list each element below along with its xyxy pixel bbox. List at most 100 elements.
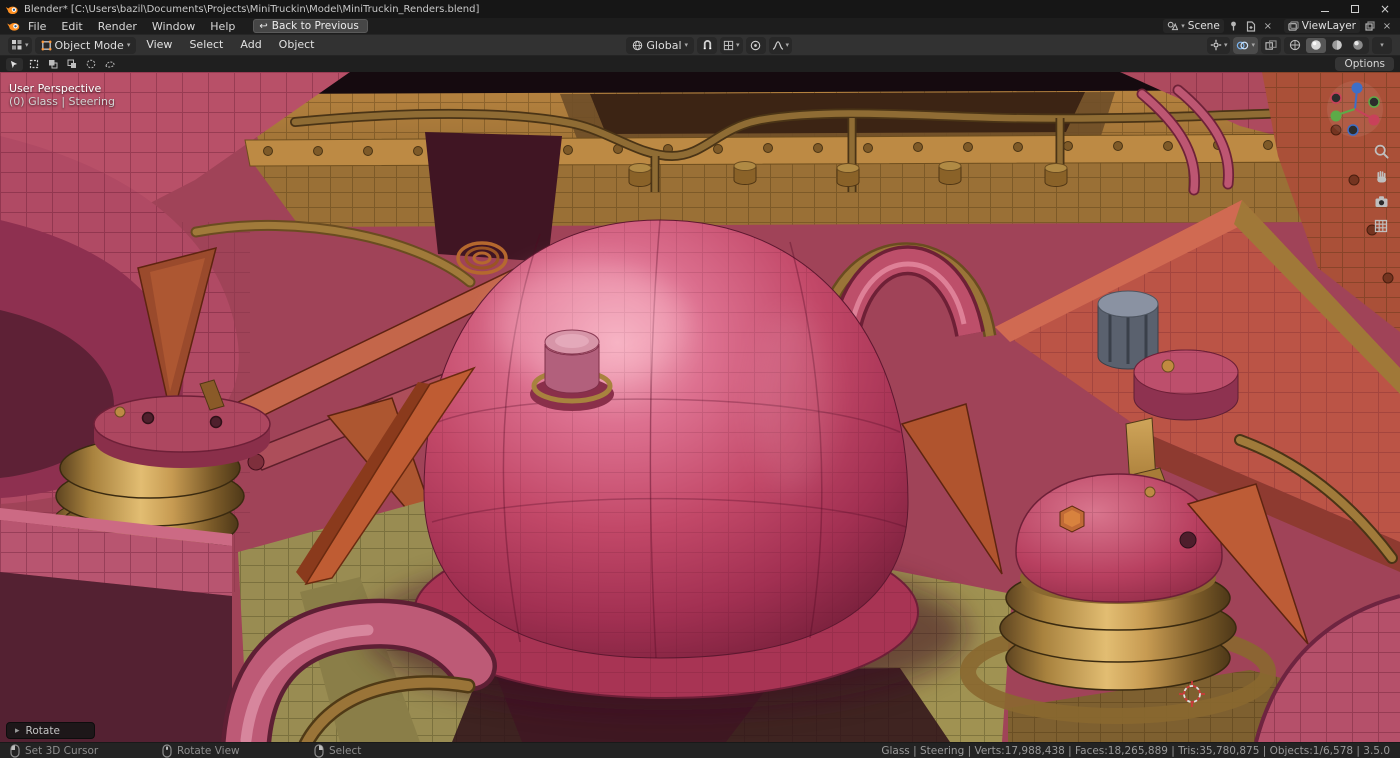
pin-scene-button[interactable] bbox=[1227, 19, 1241, 33]
ortho-toggle-button[interactable] bbox=[1372, 217, 1390, 235]
overlays-selector[interactable]: ▾ bbox=[1233, 37, 1258, 54]
editor-type-button[interactable]: ▾ bbox=[8, 37, 32, 54]
object-mode-icon bbox=[41, 40, 52, 51]
proportional-falloff-selector[interactable]: ▾ bbox=[769, 37, 793, 54]
operator-panel[interactable]: ▸ Rotate bbox=[6, 722, 95, 739]
show-gizmo-selector[interactable]: ▾ bbox=[1207, 37, 1231, 54]
shading-solid-button[interactable] bbox=[1306, 38, 1326, 53]
editor-3d-viewport-icon bbox=[11, 39, 23, 51]
scene-statistics: Glass | Steering | Verts:17,988,438 | Fa… bbox=[881, 745, 1390, 757]
viewport-3d-scene[interactable] bbox=[0, 72, 1400, 742]
new-scene-button[interactable] bbox=[1244, 19, 1258, 33]
mouse-left-icon bbox=[10, 744, 20, 758]
xray-icon bbox=[1265, 40, 1277, 51]
proportional-editing-button[interactable] bbox=[746, 37, 766, 54]
options-button[interactable]: Options bbox=[1335, 57, 1394, 71]
chevron-down-icon: ▾ bbox=[1251, 42, 1255, 49]
perspective-label: User Perspective bbox=[9, 82, 115, 95]
menu-file[interactable]: File bbox=[21, 19, 53, 34]
snap-target-selector[interactable]: ▾ bbox=[720, 37, 743, 54]
new-file-icon bbox=[1246, 21, 1256, 32]
mesh-beam-riveted[interactable] bbox=[245, 134, 1340, 227]
minimize-icon bbox=[1321, 11, 1329, 12]
camera-icon bbox=[1374, 195, 1389, 208]
menu-edit[interactable]: Edit bbox=[54, 19, 89, 34]
close-icon: × bbox=[1380, 3, 1390, 15]
chevron-right-icon: ▸ bbox=[15, 726, 20, 736]
shading-solid-icon bbox=[1310, 39, 1322, 51]
shading-wireframe-button[interactable] bbox=[1285, 38, 1305, 53]
xray-toggle-button[interactable] bbox=[1261, 37, 1281, 54]
active-tool-button[interactable] bbox=[6, 58, 23, 71]
hint-rotate-view: Rotate View bbox=[162, 744, 314, 758]
viewport-header: ▾ Object Mode ▾ View Select Add Object bbox=[0, 34, 1400, 56]
viewlayer-icon bbox=[1288, 21, 1299, 31]
chevron-down-icon: ▾ bbox=[1224, 42, 1228, 49]
select-mode-set-button[interactable] bbox=[25, 58, 42, 71]
shading-mode-group bbox=[1284, 37, 1369, 54]
menu-view[interactable]: View bbox=[139, 35, 179, 55]
unlink-scene-button[interactable]: × bbox=[1261, 19, 1275, 33]
menu-window[interactable]: Window bbox=[145, 19, 202, 34]
axis-gizmo-icon bbox=[1324, 78, 1386, 140]
close-icon: × bbox=[1383, 21, 1391, 32]
new-viewlayer-button[interactable] bbox=[1363, 19, 1377, 33]
overlays-icon bbox=[1236, 40, 1249, 51]
hint-set-3d-cursor: Set 3D Cursor bbox=[10, 744, 162, 758]
viewport-side-tools bbox=[1372, 142, 1390, 235]
scene-viewlayer-cluster: ▾ Scene × ViewLayer bbox=[1163, 19, 1394, 33]
window-title: Blender* [C:\Users\bazil\Documents\Proje… bbox=[24, 4, 479, 15]
mode-selector[interactable]: Object Mode ▾ bbox=[35, 37, 137, 54]
shading-material-button[interactable] bbox=[1327, 38, 1347, 53]
mouse-middle-icon bbox=[162, 744, 172, 758]
shading-wireframe-icon bbox=[1289, 39, 1301, 51]
grid-icon bbox=[1374, 219, 1388, 233]
menu-add[interactable]: Add bbox=[233, 35, 268, 55]
active-collection-label: (0) Glass | Steering bbox=[9, 95, 115, 108]
shading-rendered-button[interactable] bbox=[1348, 38, 1368, 53]
select-invert-icon bbox=[86, 59, 96, 69]
gizmo-icon bbox=[1210, 39, 1222, 51]
maximize-button[interactable] bbox=[1340, 0, 1370, 18]
shading-material-icon bbox=[1331, 39, 1343, 51]
pan-tool-button[interactable] bbox=[1372, 167, 1390, 185]
operator-label: Rotate bbox=[26, 725, 60, 737]
viewport-3d[interactable]: Options bbox=[0, 56, 1400, 742]
minimize-button[interactable] bbox=[1310, 0, 1340, 18]
scene-canvas[interactable] bbox=[0, 72, 1400, 742]
scene-selector[interactable]: ▾ Scene bbox=[1163, 19, 1224, 33]
hint-select: Select bbox=[314, 744, 466, 758]
blender-menu-button[interactable] bbox=[6, 19, 20, 33]
maximize-icon bbox=[1351, 5, 1359, 13]
zoom-tool-button[interactable] bbox=[1372, 142, 1390, 160]
scene-name: Scene bbox=[1188, 20, 1220, 32]
close-button[interactable]: × bbox=[1370, 0, 1400, 18]
menu-render[interactable]: Render bbox=[91, 19, 144, 34]
select-subtract-icon bbox=[67, 59, 77, 69]
orientation-global-icon bbox=[632, 40, 643, 51]
viewlayer-name: ViewLayer bbox=[1302, 20, 1356, 32]
select-box-tool-icon bbox=[10, 60, 19, 69]
menu-select[interactable]: Select bbox=[182, 35, 230, 55]
navigation-gizmo[interactable] bbox=[1324, 78, 1386, 143]
select-mode-intersect-button[interactable] bbox=[101, 58, 118, 71]
camera-view-button[interactable] bbox=[1372, 192, 1390, 210]
select-set-icon bbox=[29, 59, 39, 69]
menu-object[interactable]: Object bbox=[272, 35, 322, 55]
menu-help[interactable]: Help bbox=[203, 19, 242, 34]
transform-orientation-selector[interactable]: Global ▾ bbox=[626, 37, 694, 54]
snap-toggle-button[interactable] bbox=[697, 37, 717, 54]
select-mode-invert-button[interactable] bbox=[82, 58, 99, 71]
shading-options-selector[interactable]: ▾ bbox=[1372, 37, 1392, 54]
select-mode-subtract-button[interactable] bbox=[63, 58, 80, 71]
magnet-icon bbox=[702, 40, 713, 51]
viewlayer-selector[interactable]: ViewLayer bbox=[1284, 19, 1360, 33]
chevron-down-icon: ▾ bbox=[736, 42, 740, 49]
falloff-curve-icon bbox=[772, 40, 784, 51]
chevron-down-icon: ▾ bbox=[786, 42, 790, 49]
remove-viewlayer-button[interactable]: × bbox=[1380, 19, 1394, 33]
back-to-previous-button[interactable]: ↩ Back to Previous bbox=[253, 19, 367, 33]
proportional-editing-icon bbox=[750, 40, 761, 51]
blender-window: Blender* [C:\Users\bazil\Documents\Proje… bbox=[0, 0, 1400, 758]
select-mode-extend-button[interactable] bbox=[44, 58, 61, 71]
